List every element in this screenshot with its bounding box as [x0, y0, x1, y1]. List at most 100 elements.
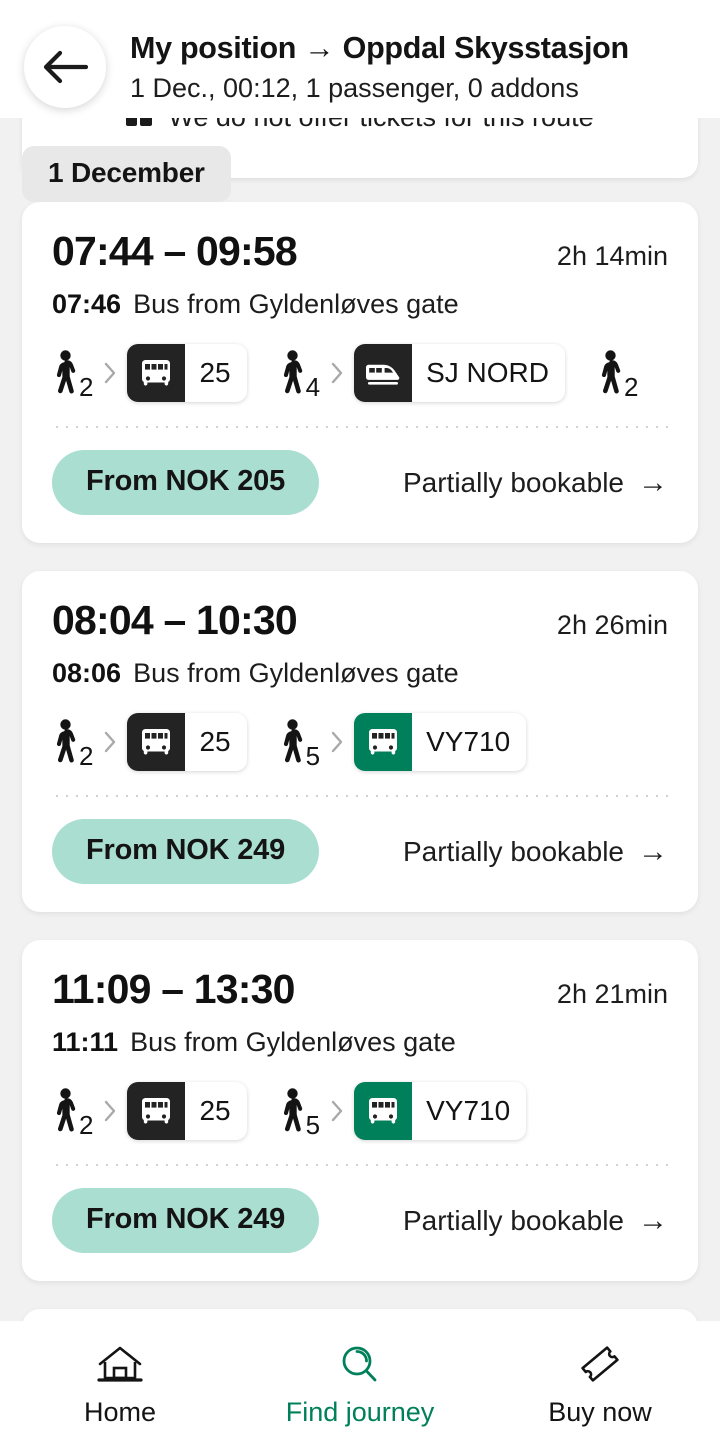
bookability-link[interactable]: Partially bookable →: [403, 836, 668, 868]
walk-icon: [279, 1088, 305, 1134]
journey-card-header: 07:44 – 09:58 2h 14min: [52, 228, 668, 275]
departure-time: 07:46: [52, 289, 122, 319]
back-button[interactable]: [24, 26, 106, 108]
journey-legs: 2 25 4 SJ NORD 2: [52, 342, 668, 404]
price-badge[interactable]: From NOK 249: [52, 1188, 320, 1253]
nav-item-find-journey[interactable]: Find journey: [240, 1343, 480, 1428]
bus-icon: [127, 713, 186, 771]
bookability-link[interactable]: Partially bookable →: [403, 1205, 668, 1237]
bookability-label: Partially bookable: [402, 1204, 624, 1236]
departure-description: Bus from Gyldenløves gate: [130, 1027, 456, 1057]
arrow-right-icon: →: [638, 465, 668, 499]
nav-label-buy-now: Buy now: [548, 1397, 652, 1427]
leg-transport[interactable]: 25: [127, 1082, 247, 1140]
walk-icon: [52, 719, 78, 765]
walk-icon: [52, 1088, 78, 1134]
no-tickets-notice: We do not offer tickets for this route: [22, 118, 698, 136]
journey-legs: 2 25 5 VY710: [52, 1080, 668, 1142]
journey-times: 08:04 – 10:30: [52, 597, 298, 643]
ticket-icon: [126, 118, 153, 126]
walk-minutes: 5: [305, 1110, 321, 1140]
bookability-link[interactable]: Partially bookable →: [403, 467, 668, 499]
departure-description: Bus from Gyldenløves gate: [133, 658, 459, 688]
bottom-navigation: Home Find journey Buy now: [0, 1321, 720, 1456]
leg-transport[interactable]: 25: [127, 713, 247, 771]
chevron-right-icon: [330, 1099, 344, 1123]
line-label: 25: [199, 357, 231, 388]
leg-walk: 2: [52, 1088, 93, 1138]
walk-minutes: 2: [79, 1110, 94, 1140]
chevron-right-icon: [330, 730, 344, 754]
home-icon: [95, 1343, 145, 1387]
leg-walk: 5: [279, 719, 320, 769]
card-divider: [52, 1164, 668, 1166]
leg-walk: 5: [279, 1088, 320, 1138]
journey-times: 11:09 – 13:30: [52, 966, 295, 1012]
departure-time: 08:06: [52, 658, 122, 688]
journey-card[interactable]: 07:44 – 09:58 2h 14min 07:46 Bus from Gylde…: [22, 202, 698, 543]
bookability-label: Partially bookable: [402, 835, 624, 867]
journey-card-footer: From NOK 249 Partially bookable →: [52, 1188, 668, 1253]
leg-transport[interactable]: VY710: [354, 1082, 527, 1140]
journey-duration: 2h 26min: [556, 610, 668, 640]
leg-walk: 2: [52, 719, 93, 769]
price-badge[interactable]: From NOK 205: [52, 450, 320, 515]
walk-icon: [279, 719, 305, 765]
bus-icon: [354, 1082, 413, 1140]
walk-minutes: 2: [79, 372, 94, 402]
train-icon: [354, 344, 413, 402]
walk-minutes: 5: [305, 741, 321, 771]
departure-description: Bus from Gyldenløves gate: [133, 289, 459, 319]
journey-departure: 08:06 Bus from Gyldenløves gate: [52, 658, 668, 689]
leg-walk: 4: [279, 350, 320, 400]
card-divider: [52, 426, 668, 428]
journey-departure: 07:46 Bus from Gyldenløves gate: [52, 289, 668, 320]
walk-minutes: 4: [305, 372, 321, 402]
journey-duration: 2h 14min: [556, 241, 668, 271]
journey-card[interactable]: 08:04 – 10:30 2h 26min 08:06 Bus from Gylde…: [22, 571, 698, 912]
search-icon: [335, 1343, 385, 1387]
journey-times: 07:44 – 09:58: [52, 228, 298, 274]
chevron-right-icon: [103, 361, 117, 385]
bookability-label: Partially bookable: [402, 466, 624, 498]
bus-icon: [127, 1082, 186, 1140]
journey-card[interactable]: 11:09 – 13:30 2h 21min 11:11 Bus from Gylde…: [22, 940, 698, 1281]
bus-icon: [127, 344, 186, 402]
bus-icon: [354, 713, 413, 771]
nav-label-find-journey: Find journey: [285, 1397, 435, 1427]
leg-transport[interactable]: 25: [127, 344, 247, 402]
arrow-right-icon: →: [638, 834, 668, 868]
arrow-right-icon: →: [638, 1203, 668, 1237]
line-label: 25: [199, 1095, 231, 1126]
ticket-icon: [575, 1343, 625, 1387]
nav-label-home: Home: [83, 1397, 157, 1427]
card-divider: [52, 795, 668, 797]
chevron-right-icon: [103, 1099, 117, 1123]
no-tickets-text: We do not offer tickets for this route: [168, 118, 593, 133]
walk-icon: [279, 350, 305, 396]
nav-item-home[interactable]: Home: [0, 1343, 240, 1428]
next-journey-card-partial[interactable]: [22, 1309, 698, 1321]
journey-duration: 2h 21min: [556, 979, 668, 1009]
walk-minutes: 2: [79, 741, 94, 771]
chevron-right-icon: [103, 730, 117, 754]
results-scroll-area[interactable]: We do not offer tickets for this route 1…: [0, 118, 720, 1321]
leg-transport[interactable]: VY710: [354, 713, 527, 771]
line-label: SJ NORD: [426, 357, 549, 388]
line-label: 25: [199, 726, 231, 757]
journey-legs: 2 25 5 VY710: [52, 711, 668, 773]
journey-card-header: 08:04 – 10:30 2h 26min: [52, 597, 668, 644]
journey-card-footer: From NOK 205 Partially bookable →: [52, 450, 668, 515]
chevron-right-icon: [330, 361, 344, 385]
journey-list: 07:44 – 09:58 2h 14min 07:46 Bus from Gylde…: [0, 202, 720, 1321]
price-badge[interactable]: From NOK 249: [52, 819, 320, 884]
departure-time: 11:11: [52, 1027, 119, 1057]
leg-transport[interactable]: SJ NORD: [354, 344, 565, 402]
leg-walk: 2: [597, 350, 638, 400]
journey-card-header: 11:09 – 13:30 2h 21min: [52, 966, 668, 1013]
page-title: My position → Oppdal Skysstasjon: [130, 31, 629, 65]
walk-minutes: 2: [624, 372, 639, 402]
header-text-block: My position → Oppdal Skysstasjon 1 Dec.,…: [130, 24, 629, 106]
nav-item-buy-now[interactable]: Buy now: [480, 1343, 720, 1428]
walk-icon: [52, 350, 78, 396]
